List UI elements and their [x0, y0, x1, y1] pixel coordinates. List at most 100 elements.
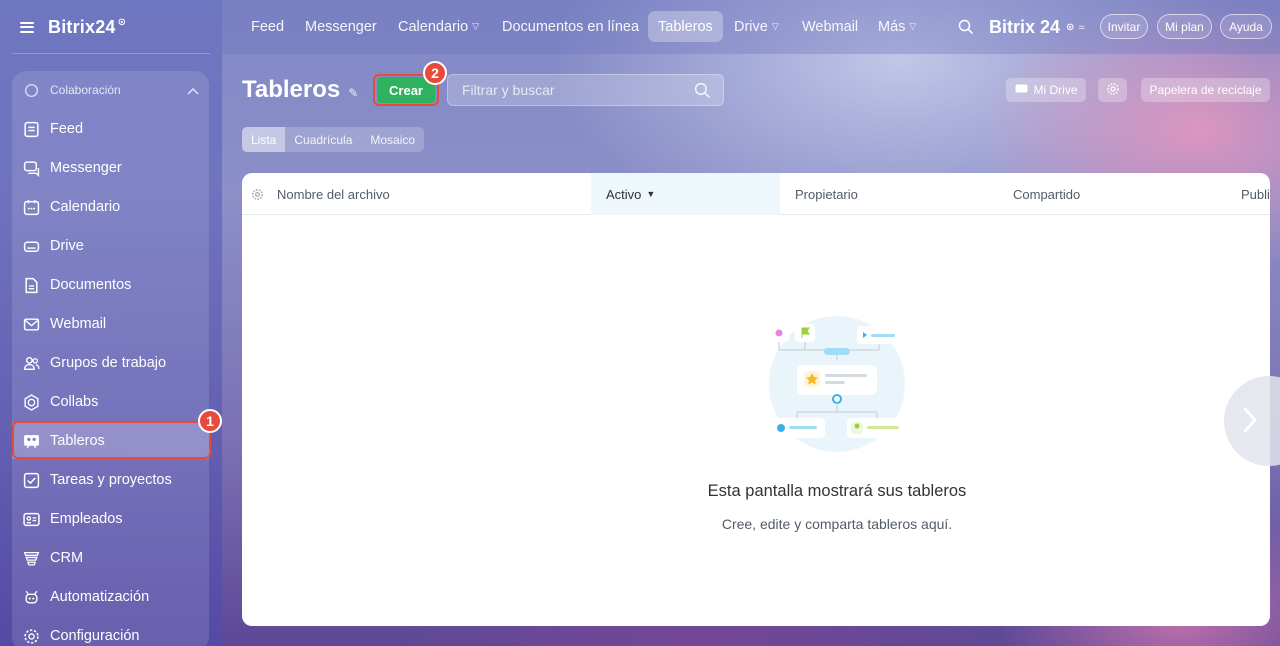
sidebar-section-colaboracion[interactable]: Colaboración	[12, 72, 209, 108]
chevron-down-icon: ▽	[909, 21, 917, 31]
column-shared[interactable]: Compartido	[1013, 173, 1080, 215]
empty-state-illustration	[767, 314, 912, 459]
brand: Bitrix24 ⊙	[20, 14, 126, 40]
page-title-text: Tableros	[242, 76, 341, 103]
my-drive-button[interactable]: Mi Drive	[1006, 78, 1086, 102]
nav-mas[interactable]: Más ▽	[868, 11, 926, 42]
sidebar-item-crm[interactable]: CRM	[12, 540, 209, 576]
empty-state-title: Esta pantalla mostrará sus tableros	[707, 482, 967, 500]
page-title: Tableros ✎	[242, 76, 358, 104]
top-brand-label: Bitrix 24	[989, 17, 1061, 37]
sidebar-item-configuracion[interactable]: Configuración	[12, 618, 209, 646]
sidebar-item-empleados[interactable]: Empleados	[12, 501, 209, 537]
sidebar-item-drive[interactable]: Drive	[12, 228, 209, 264]
employee-icon	[22, 510, 40, 528]
boards-table: Nombre del archivo Activo ▼ Propietario C…	[242, 173, 1270, 626]
sidebar-item-webmail[interactable]: Webmail	[12, 306, 209, 342]
my-drive-label: Mi Drive	[1033, 83, 1078, 97]
settings-button[interactable]	[1098, 78, 1127, 102]
chevron-down-icon: ▼	[646, 189, 656, 199]
column-settings-icon[interactable]	[251, 173, 265, 215]
top-brand[interactable]: Bitrix 24 ⊙ ≈	[989, 17, 1084, 38]
settings-icon	[22, 627, 40, 645]
sidebar-item-automatizacion[interactable]: Automatización	[12, 579, 209, 615]
chevron-down-icon: ▽	[472, 21, 480, 31]
column-published[interactable]: Publi	[1241, 173, 1270, 215]
column-owner[interactable]: Propietario	[795, 173, 858, 215]
task-icon	[22, 471, 40, 489]
drive-icon	[22, 237, 40, 255]
column-active[interactable]: Activo ▼	[591, 173, 780, 215]
sidebar-item-label: Webmail	[50, 316, 107, 332]
sidebar-item-label: Grupos de trabajo	[50, 355, 167, 371]
sidebar-item-label: Calendario	[50, 199, 121, 215]
chevron-up-icon[interactable]	[187, 84, 199, 98]
sidebar-item-label: Empleados	[50, 511, 123, 527]
search-icon[interactable]	[694, 82, 711, 102]
pin-icon[interactable]: ✎	[348, 86, 358, 100]
sidebar-item-label: Feed	[50, 121, 84, 137]
sidebar-item-messenger[interactable]: Messenger	[12, 150, 209, 186]
search-placeholder: Filtrar y buscar	[462, 82, 555, 98]
sidebar-item-label: Tareas y proyectos	[50, 472, 172, 488]
column-name[interactable]: Nombre del archivo	[277, 173, 390, 215]
nav-label: Más	[878, 18, 906, 35]
step-badge-2: 2	[423, 61, 447, 85]
divider	[12, 53, 210, 54]
sidebar-item-tareas[interactable]: Tareas y proyectos	[12, 462, 209, 498]
sidebar-item-calendario[interactable]: Calendario	[12, 189, 209, 225]
empty-state-subtitle: Cree, edite y comparta tableros aquí.	[721, 516, 953, 532]
step-badge-1: 1	[198, 409, 222, 433]
search-icon[interactable]	[958, 19, 974, 40]
sidebar-item-label: Collabs	[50, 394, 99, 410]
sidebar-menu: Colaboración Feed Messenger Calendario D…	[12, 71, 209, 646]
search-field[interactable]: Filtrar y buscar	[447, 74, 724, 106]
drive-icon	[1015, 83, 1028, 97]
invite-button[interactable]: Invitar	[1100, 14, 1148, 39]
sidebar-item-label: Configuración	[50, 628, 140, 644]
nav-drive[interactable]: Drive ▽	[724, 11, 789, 42]
automation-icon	[22, 588, 40, 606]
gear-icon	[1106, 82, 1120, 99]
nav-calendario[interactable]: Calendario ▽	[388, 11, 489, 42]
view-switcher: Lista Cuadrícula Mosaico	[242, 127, 425, 152]
feed-icon	[22, 120, 40, 138]
nav-feed[interactable]: Feed	[241, 11, 294, 42]
collab-section-icon	[22, 81, 40, 99]
nav-label: Calendario	[398, 18, 469, 35]
nav-messenger[interactable]: Messenger	[295, 11, 387, 42]
view-tile[interactable]: Mosaico	[361, 127, 424, 152]
highlight-box-tableros	[12, 421, 211, 459]
menu-icon[interactable]	[20, 21, 34, 33]
sidebar-item-label: Drive	[50, 238, 84, 254]
mail-icon	[22, 315, 40, 333]
chat-icon	[22, 159, 40, 177]
sidebar-item-grupos[interactable]: Grupos de trabajo	[12, 345, 209, 381]
view-grid[interactable]: Cuadrícula	[285, 127, 361, 152]
brand-logo[interactable]: Bitrix24 ⊙	[48, 17, 126, 38]
sidebar-item-collabs[interactable]: Collabs	[12, 384, 209, 420]
group-icon	[22, 354, 40, 372]
nav-documentos[interactable]: Documentos en línea	[492, 11, 649, 42]
nav-tableros[interactable]: Tableros	[648, 11, 723, 42]
collab-icon	[22, 393, 40, 411]
calendar-icon	[22, 198, 40, 216]
tune-icon: ≈	[1078, 21, 1085, 34]
view-list[interactable]: Lista	[242, 127, 286, 152]
trash-button[interactable]: Papelera de reciclaje	[1141, 78, 1270, 102]
crm-icon	[22, 549, 40, 567]
brand-mark: ⊙	[1066, 22, 1075, 33]
sidebar-item-label: CRM	[50, 550, 84, 566]
sidebar-item-label: Documentos	[50, 277, 132, 293]
column-active-label: Activo	[606, 186, 642, 202]
sidebar-item-label: Automatización	[50, 589, 150, 605]
sidebar-section-label: Colaboración	[50, 83, 121, 97]
help-button[interactable]: Ayuda	[1220, 14, 1272, 39]
left-sidebar: Bitrix24 ⊙ Colaboración Feed Messenger Ca…	[0, 0, 222, 646]
sidebar-item-feed[interactable]: Feed	[12, 111, 209, 147]
sidebar-item-documentos[interactable]: Documentos	[12, 267, 209, 303]
document-icon	[22, 276, 40, 294]
sidebar-item-label: Messenger	[50, 160, 122, 176]
nav-webmail[interactable]: Webmail	[792, 11, 868, 42]
plan-button[interactable]: Mi plan	[1157, 14, 1212, 39]
